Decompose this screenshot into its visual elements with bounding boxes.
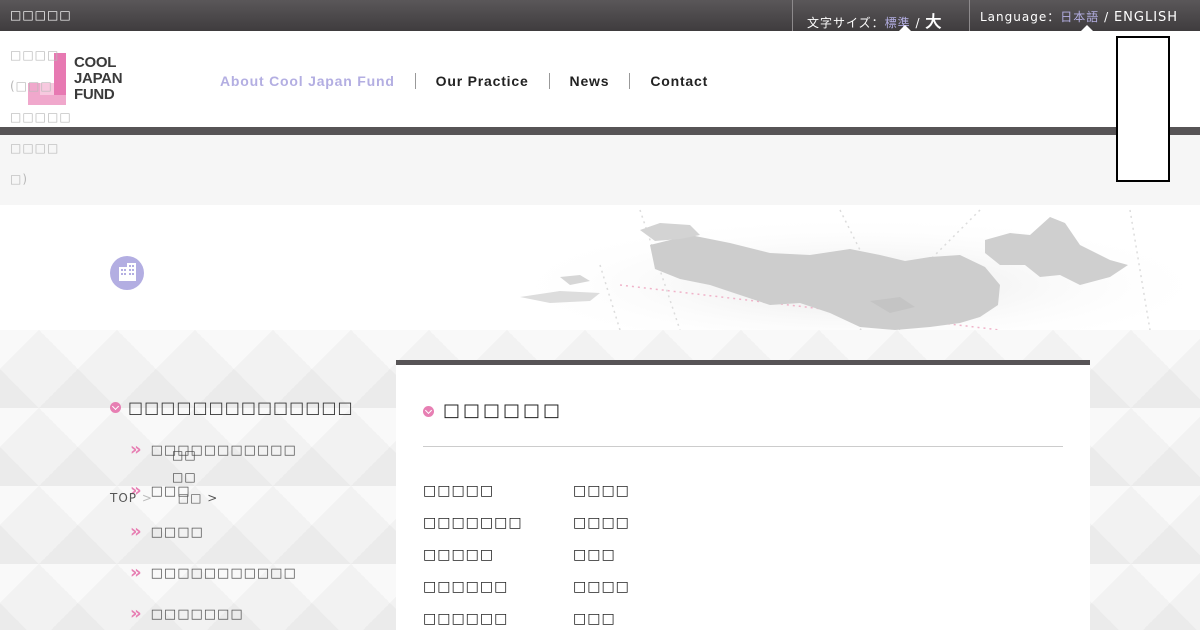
side-nav: □□□□□□□□□□□□□□ » □□□□□□□□□□□ » □□□ » □□□□ »… xyxy=(110,398,370,624)
side-nav-item-label: □□□□□□□ xyxy=(150,607,244,622)
page-hero xyxy=(0,205,1200,330)
heading-rule xyxy=(423,446,1063,447)
nav-item-our-practice[interactable]: Our Practice xyxy=(436,73,529,89)
info-key: □□□□□ xyxy=(423,483,495,499)
side-nav-item[interactable]: » □□□□□□□□□□□ xyxy=(130,561,297,583)
site-header: COOL JAPAN FUND About Cool Japan Fund Ou… xyxy=(0,31,1200,182)
language-switcher: Language：日本語 / ENGLISH xyxy=(970,0,1200,31)
overlay-text: □□□□ (□□□ □□□□□ □□□□ □) xyxy=(10,40,72,195)
japan-map-image xyxy=(500,209,1200,330)
nav-divider xyxy=(629,73,631,89)
global-nav: About Cool Japan Fund Our Practice News … xyxy=(220,73,708,89)
header-divider xyxy=(0,127,1200,135)
logo-line: JAPAN xyxy=(74,70,123,87)
side-nav-item-label: □□□□ xyxy=(150,525,204,540)
nav-divider xyxy=(548,73,550,89)
breadcrumb: TOP > □□ > xyxy=(110,491,218,505)
font-size-label: 文字サイズ： xyxy=(807,16,885,30)
side-nav-title: □□□□□□□□□□□□□□ xyxy=(110,398,370,417)
logo-line: FUND xyxy=(74,86,115,103)
language-en-button[interactable]: ENGLISH xyxy=(1114,10,1178,25)
side-nav-item-label: □□□□□□□□□□□ xyxy=(150,566,297,581)
building-icon xyxy=(110,256,144,290)
nav-item-about[interactable]: About Cool Japan Fund xyxy=(220,73,395,89)
nav-item-contact[interactable]: Contact xyxy=(650,73,708,89)
double-arrow-icon: » xyxy=(130,521,143,542)
font-size-separator: / xyxy=(915,16,921,30)
chevron-down-icon xyxy=(110,402,121,413)
info-key: □□□□□□ xyxy=(423,611,509,627)
info-row: □□□□□ □□□ xyxy=(423,547,616,563)
logo-line: COOL xyxy=(74,54,117,71)
info-key: □□□□□ xyxy=(423,547,495,563)
nav-item-news[interactable]: News xyxy=(570,73,610,89)
breadcrumb-top-link[interactable]: TOP xyxy=(110,491,137,505)
overlap-text: □□ xyxy=(172,448,197,462)
language-label: Language： xyxy=(980,10,1061,24)
breadcrumb-separator: > xyxy=(141,491,153,505)
info-value: □□□□ xyxy=(573,515,630,531)
subheader-band xyxy=(0,135,1200,205)
logo-wordmark: COOL JAPAN FUND xyxy=(74,54,123,103)
section-heading-text: □□□□□□ xyxy=(443,400,564,421)
overlay-line: □□□□ xyxy=(10,48,60,62)
info-value: □□□ xyxy=(573,611,616,627)
info-key: □□□□□□□ xyxy=(423,515,523,531)
font-size-switcher: 文字サイズ：標準 / 大 xyxy=(792,0,970,31)
info-value: □□□□ xyxy=(573,579,630,595)
info-row: □□□□□□□ □□□□ xyxy=(423,515,630,531)
double-arrow-icon: » xyxy=(130,439,143,460)
breadcrumb-current: □□ xyxy=(177,491,203,505)
skip-link[interactable]: □□□□□ xyxy=(10,8,72,22)
overlap-text: □□ xyxy=(172,470,197,484)
breadcrumb-separator: > xyxy=(207,491,219,505)
side-nav-item[interactable]: » □□□□□□□□□□□ xyxy=(130,438,297,460)
language-separator: / xyxy=(1104,10,1110,24)
double-arrow-icon: » xyxy=(130,603,143,624)
section-heading: □□□□□□ xyxy=(423,400,563,421)
content-area: □□□□□□□□□□□□□□ » □□□□□□□□□□□ » □□□ » □□□□ »… xyxy=(0,330,1200,630)
overlay-line: □□□□□ xyxy=(10,110,72,124)
utility-bar: □□□□□ 文字サイズ：標準 / 大 Language：日本語 / ENGLIS… xyxy=(0,0,1200,31)
info-value: □□□ xyxy=(573,547,616,563)
main-panel: □□□□□□ □□□□□ □□□□ □□□□□□□ □□□□ □□□□□ □□□ □□… xyxy=(396,360,1090,630)
side-nav-item[interactable]: » □□□□□□□ xyxy=(130,602,244,624)
side-nav-title-text: □□□□□□□□□□□□□□ xyxy=(128,398,354,417)
double-arrow-icon: » xyxy=(130,562,143,583)
info-row: □□□□□□□□□ xyxy=(423,611,616,627)
info-value: □□□□ xyxy=(573,483,630,499)
overlay-line: (□□□ xyxy=(10,79,53,93)
language-ja-button[interactable]: 日本語 xyxy=(1060,10,1099,24)
font-size-large-button[interactable]: 大 xyxy=(925,12,942,31)
info-row: □□□□□□□□□ xyxy=(423,483,630,499)
overlay-line: □□□□ xyxy=(10,141,60,155)
side-nav-item[interactable]: » □□□□ xyxy=(130,520,204,542)
chevron-down-icon xyxy=(423,406,434,417)
overlay-line: □) xyxy=(10,172,29,186)
info-key: □□□□□□ xyxy=(423,579,509,595)
info-row: □□□□□□ □□□□ xyxy=(423,579,630,595)
nav-divider xyxy=(414,73,416,89)
menu-button[interactable] xyxy=(1116,36,1170,182)
